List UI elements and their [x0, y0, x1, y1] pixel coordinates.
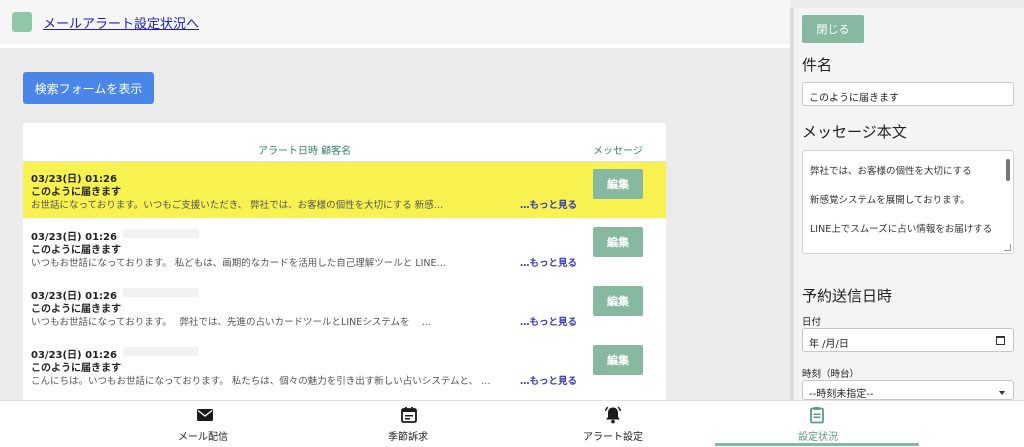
- calendar-icon: [401, 407, 417, 423]
- schedule-heading: 予約送信日時: [802, 287, 893, 305]
- bottom-navigation: メール配信 季節訴求 アラート設定 設定状況: [0, 400, 1024, 447]
- table-row: 03/23(日) 01:26 このように届きます こんにちは。いつもお世話になっ…: [23, 338, 666, 394]
- nav-label: 季節訴求: [388, 432, 428, 443]
- show-more-link[interactable]: …もっと見る: [520, 373, 577, 387]
- row-body-preview: お世話になっております。いつもご支援いただき、 弊社では、お客様の個性を大切にす…: [31, 200, 444, 211]
- table-row: 03/23(日) 01:26 このように届きます いつもお世話になっております。…: [23, 220, 666, 276]
- envelope-icon: [197, 409, 213, 421]
- nav-label: 設定状況: [798, 432, 838, 443]
- clipboard-icon: [810, 407, 824, 424]
- row-body-preview: いつもお世話になっております。 私どもは、画期的なカードを活用した自己理解ツール…: [31, 258, 447, 269]
- nav-label: メール配信: [178, 432, 228, 443]
- table-header: アラート日時 顧客名 メッセージ: [23, 123, 666, 162]
- show-more-link[interactable]: …もっと見る: [520, 255, 577, 269]
- nav-item-mail[interactable]: メール配信: [170, 401, 240, 447]
- row-body-preview: いつもお世話になっております。 弊社では、先進の占いカードツールとLINEシステ…: [31, 317, 432, 328]
- alert-table: アラート日時 顧客名 メッセージ 03/23(日) 01:26 このように届きま…: [23, 123, 666, 403]
- show-more-link[interactable]: …もっと見る: [520, 197, 577, 211]
- customer-name-redacted: [123, 347, 199, 356]
- column-header-date-customer: アラート日時 顧客名: [258, 146, 352, 157]
- row-subject: このように届きます: [31, 363, 121, 374]
- message-body-line: LINE上でスムーズに占い情報をお届けする: [810, 224, 993, 235]
- textarea-scrollbar[interactable]: [1006, 159, 1010, 181]
- customer-name-redacted: [123, 229, 199, 238]
- date-label: 日付: [802, 317, 822, 328]
- close-button[interactable]: 閉じる: [802, 15, 864, 43]
- time-select[interactable]: --時刻未指定--: [802, 380, 1014, 400]
- chevron-down-icon: [999, 391, 1005, 395]
- nav-label: アラート設定: [583, 432, 643, 443]
- date-input[interactable]: 年 /月/日: [802, 328, 1014, 352]
- column-header-message: メッセージ: [593, 146, 643, 157]
- subject-heading: 件名: [802, 56, 833, 74]
- time-label: 時刻（時台）: [802, 369, 860, 380]
- row-body-preview: こんにちは。いつもお世話になっております。 私たちは、個々の魅力を引き出す新しい…: [31, 376, 491, 387]
- row-subject: このように届きます: [31, 245, 121, 256]
- textarea-resize-handle[interactable]: [1004, 244, 1011, 251]
- time-select-value: --時刻未指定--: [809, 389, 874, 400]
- message-body-line: 新感覚システムを展開しております。: [810, 195, 970, 206]
- message-body-heading: メッセージ本文: [802, 123, 907, 141]
- edit-button[interactable]: 編集: [593, 227, 643, 257]
- row-subject: このように届きます: [31, 187, 121, 198]
- show-search-form-button[interactable]: 検索フォームを表示: [23, 72, 154, 104]
- table-row: 03/23(日) 01:26 このように届きます お世話になっております。いつも…: [23, 162, 666, 218]
- top-bar: メールアラート設定状況へ: [0, 0, 790, 48]
- message-body-textarea[interactable]: 弊社では、お客様の個性を大切にする 新感覚システムを展開しております。 LINE…: [802, 150, 1014, 254]
- customer-name-redacted: [123, 288, 199, 297]
- show-more-link[interactable]: …もっと見る: [520, 314, 577, 328]
- bell-icon: [604, 406, 622, 424]
- nav-item-seasonal[interactable]: 季節訴求: [380, 401, 440, 447]
- nav-item-alert-settings[interactable]: アラート設定: [578, 401, 648, 447]
- mail-alert-status-link[interactable]: メールアラート設定状況へ: [43, 13, 199, 32]
- calendar-picker-icon[interactable]: [996, 336, 1005, 345]
- table-row: 03/23(日) 01:26 このように届きます いつもお世話になっております。…: [23, 279, 666, 335]
- date-input-value: 年 /月/日: [809, 339, 849, 350]
- edit-button[interactable]: 編集: [593, 345, 643, 375]
- edit-button[interactable]: 編集: [593, 286, 643, 316]
- nav-item-settings-status[interactable]: 設定状況: [790, 401, 850, 447]
- edit-button[interactable]: 編集: [593, 169, 643, 199]
- detail-drawer: 閉じる 件名 このように届きます メッセージ本文 弊社では、お客様の個性を大切に…: [790, 8, 1024, 400]
- message-body-line: 弊社では、お客様の個性を大切にする: [810, 166, 972, 177]
- app-logo: [12, 12, 32, 32]
- subject-field[interactable]: このように届きます: [802, 82, 1014, 106]
- row-subject: このように届きます: [31, 304, 121, 315]
